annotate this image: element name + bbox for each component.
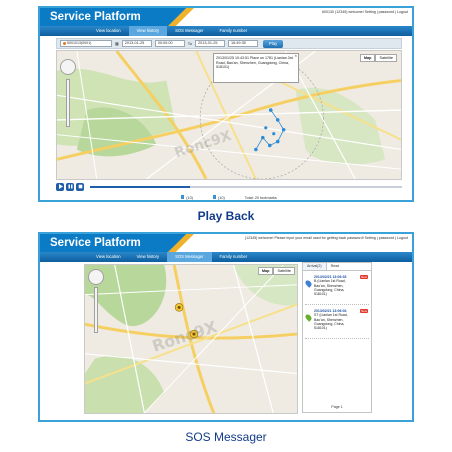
alarm-tabs: Arrival(2) Read <box>303 263 371 271</box>
from-time-field[interactable]: 00:00:00 <box>154 40 185 47</box>
device-status-icon <box>63 42 66 45</box>
tab-alarm-arrival[interactable]: Arrival(2) <box>303 263 327 270</box>
play-control-button[interactable] <box>56 182 64 191</box>
sos-panel: Service Platform (12345) welcome! Please… <box>38 232 414 422</box>
nav-bar: View location View history SOS Messager … <box>40 252 412 262</box>
play-icon <box>58 184 63 189</box>
new-badge: New <box>359 275 368 280</box>
map-pin-icon <box>181 195 185 199</box>
tab-view-location[interactable]: View location <box>88 252 129 262</box>
to-time-field[interactable]: 16:49:35 <box>228 40 259 47</box>
brand-title: Service Platform <box>40 234 188 252</box>
tab-alarm-read[interactable]: Read <box>327 263 344 270</box>
tab-view-history[interactable]: View history <box>129 252 168 262</box>
alarm-item[interactable]: 2013/02/21 13:06:04 ST (Lianlan 1st Road… <box>304 308 369 339</box>
map-zoom-slider[interactable] <box>66 79 70 127</box>
sos-pin-1 <box>174 303 184 312</box>
map-type-map[interactable]: Map <box>359 54 376 62</box>
tab-sos-messager[interactable]: SOS Messager <box>167 26 211 36</box>
new-badge: New <box>359 309 368 314</box>
brand-title: Service Platform <box>40 8 188 26</box>
tab-view-location[interactable]: View location <box>88 26 129 36</box>
alarm-address: ST (Lianlan 1st Road, Bao'an, Shenzhen, … <box>314 313 348 331</box>
pause-icon <box>68 184 72 189</box>
legend-label: (10) <box>217 196 225 200</box>
calendar-icon: ▦ <box>115 41 119 46</box>
nav-bar: View location View history SOS Messager … <box>40 26 412 36</box>
from-date-field[interactable]: 2013-01-25 <box>121 40 152 47</box>
caption-sos-messager: SOS Messager <box>185 430 267 444</box>
legend-label: (10) <box>186 196 193 200</box>
caption-play-back: Play Back <box>197 209 255 223</box>
map-type-switch: Map Satellite <box>359 54 397 62</box>
tab-sos-messager[interactable]: SOS Messager <box>167 252 212 262</box>
pagination-label: Page 1 <box>331 405 343 409</box>
to-label: To <box>187 41 193 46</box>
map-type-satellite[interactable]: Satellite <box>375 54 397 62</box>
legend-item: (10) <box>181 195 193 200</box>
sos-map[interactable]: Ronc9X Map Satellite <box>84 264 298 414</box>
info-bubble-text: 2013/01/25 10:43:51 Place on 1781 (Lianl… <box>216 56 293 69</box>
alarm-text: 2013/02/21 13:06:33 B (Lianlan 1st Road,… <box>314 275 357 296</box>
history-controls: 5001013(0001) ▦ 2013-01-25 00:00:00 To 2… <box>56 38 402 49</box>
legend-total: Total: 20 footmarks <box>244 195 277 200</box>
playback-bar <box>56 181 402 192</box>
map-pan-control[interactable] <box>88 269 104 285</box>
device-select[interactable]: 5001013(0001) <box>60 40 112 47</box>
alarm-text: 2013/02/21 13:06:04 ST (Lianlan 1st Road… <box>314 309 357 330</box>
map-zoom-slider[interactable] <box>94 287 98 333</box>
map-pan-control[interactable] <box>60 59 76 75</box>
tab-view-history[interactable]: View history <box>128 26 168 36</box>
play-button[interactable]: Play <box>263 39 284 48</box>
map-pin-icon <box>304 279 313 288</box>
tab-family-number[interactable]: Family number <box>212 26 256 36</box>
pause-control-button[interactable] <box>66 182 74 191</box>
map-pin-icon <box>304 313 313 322</box>
user-bar: (12345) welcome! Please input your email… <box>244 236 408 240</box>
map-type-map[interactable]: Map <box>257 267 274 275</box>
map-pin-icon <box>212 195 216 199</box>
location-info-bubble: × 2013/01/25 10:43:51 Place on 1781 (Lia… <box>213 53 299 83</box>
playback-progress-slider[interactable] <box>90 185 402 188</box>
map-type-switch: Map Satellite <box>257 267 295 275</box>
close-icon[interactable]: × <box>295 53 297 59</box>
user-bar: 600130 (12345) welcome! Setting | passwo… <box>322 10 408 14</box>
playback-panel: Service Platform 600130 (12345) welcome!… <box>38 6 414 202</box>
stop-control-button[interactable] <box>76 182 84 191</box>
to-date-field[interactable]: 2013-01-25 <box>195 40 226 47</box>
stop-icon <box>78 184 82 189</box>
history-map[interactable]: Ronc9X Map Satellite × 2013/01/25 10:43:… <box>56 50 402 180</box>
alarm-item[interactable]: 2013/02/21 13:06:33 B (Lianlan 1st Road,… <box>304 274 369 305</box>
map-canvas: Ronc9X <box>85 265 297 413</box>
sos-alarm-panel: Arrival(2) Read 2013/02/21 13:06:33 B (L… <box>302 262 372 413</box>
playback-progress-fill <box>90 185 190 188</box>
map-type-satellite[interactable]: Satellite <box>273 267 295 275</box>
legend-item: (10) <box>212 195 225 200</box>
playback-legend: (10) (10) Total: 20 footmarks <box>56 194 402 201</box>
alarm-address: B (Lianlan 1st Road, Bao'an, Shenzhen, G… <box>314 279 346 297</box>
device-select-value: 5001013(0001) <box>67 41 92 45</box>
tab-family-number[interactable]: Family number <box>212 252 256 262</box>
